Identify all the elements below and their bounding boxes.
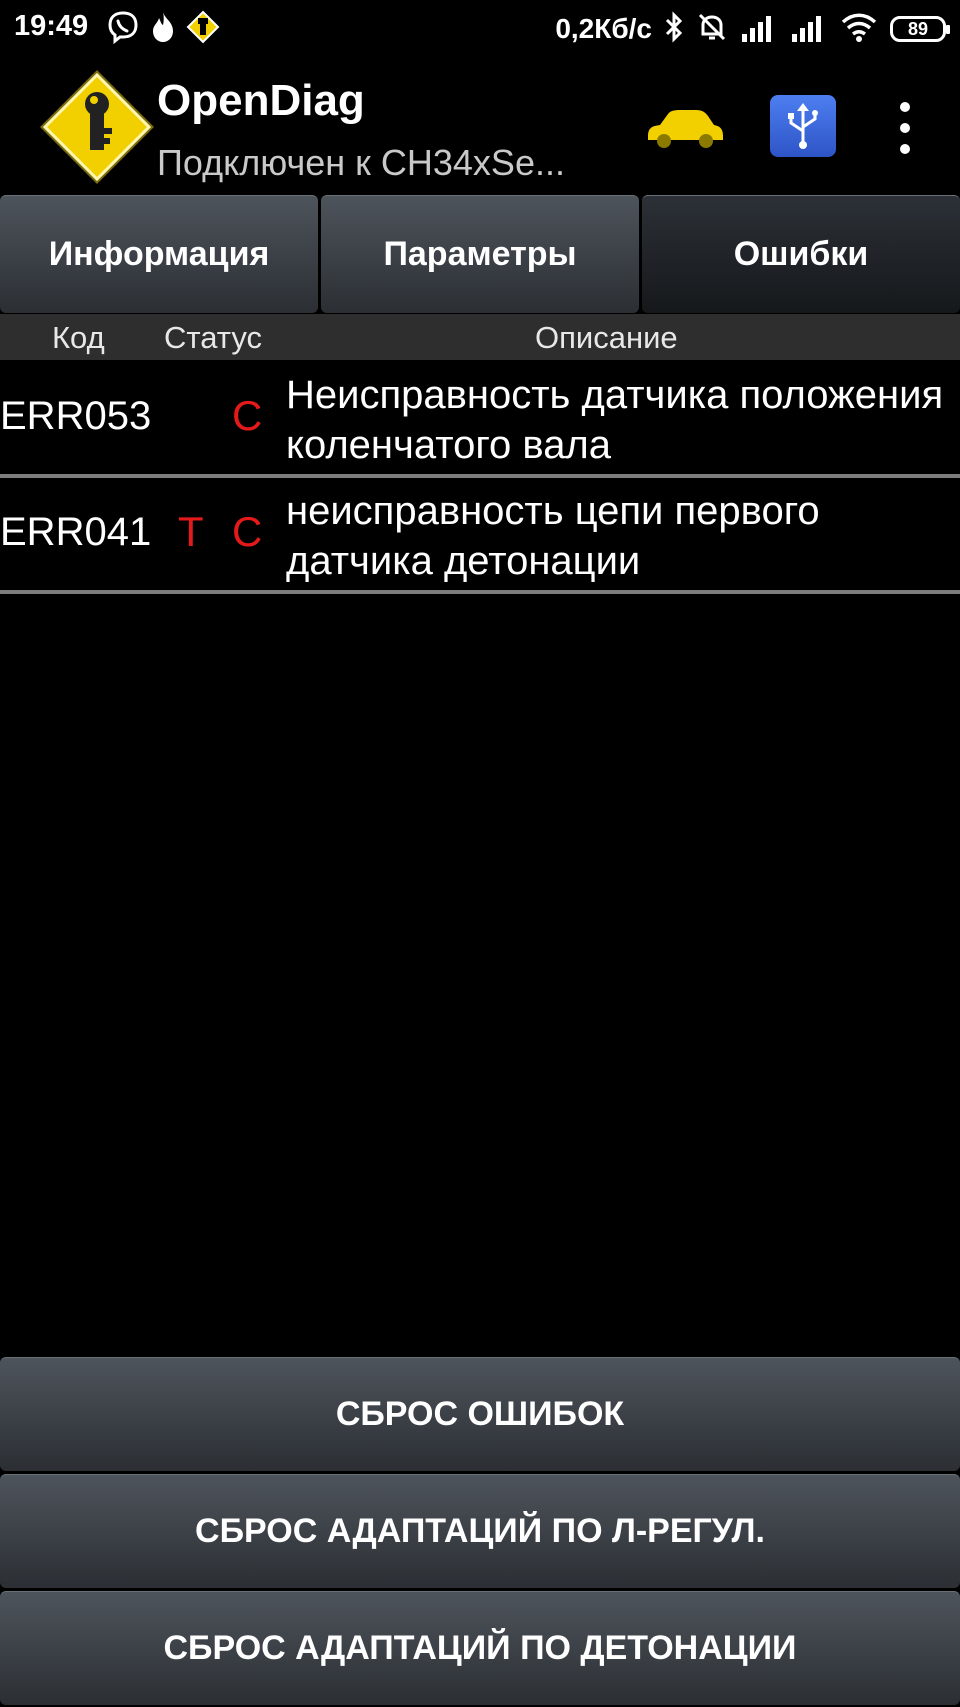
error-status-c: С: [232, 392, 263, 439]
fire-icon: [150, 10, 176, 49]
reset-knock-adaptation-button[interactable]: СБРОС АДАПТАЦИЙ ПО ДЕТОНАЦИИ: [0, 1591, 960, 1705]
error-description: неисправность цепи первого датчика детон…: [286, 489, 820, 583]
usb-icon[interactable]: [770, 95, 836, 157]
status-bar: 19:49 0,2Кб/с 89: [0, 0, 960, 58]
reset-lambda-adaptation-button[interactable]: СБРОС АДАПТАЦИЙ ПО Л-РЕГУЛ.: [0, 1474, 960, 1588]
column-header-description: Описание: [535, 320, 678, 355]
status-right-icons: 0,2Кб/с 89: [555, 10, 950, 48]
overflow-menu-icon[interactable]: [888, 102, 922, 154]
battery-level: 89: [907, 18, 929, 39]
errors-table-header: Код Статус Описание: [0, 314, 960, 360]
car-icon[interactable]: [644, 106, 726, 150]
tab-bar: Информация Параметры Ошибки: [0, 195, 960, 313]
connection-status: Подключен к CH34xSe...: [157, 142, 565, 183]
column-header-status: Статус: [164, 320, 262, 355]
status-time: 19:49: [14, 10, 89, 42]
alarm-off-icon: [696, 11, 728, 48]
error-status-c: С: [232, 508, 263, 555]
error-status-t: Т: [178, 508, 204, 555]
tab-information[interactable]: Информация: [0, 195, 318, 313]
table-row[interactable]: ERR041 Т С неисправность цепи первого да…: [0, 478, 960, 594]
network-speed: 0,2Кб/с: [555, 13, 652, 44]
status-left-icons: [106, 10, 220, 48]
wifi-icon: [840, 12, 878, 47]
tab-errors[interactable]: Ошибки: [642, 195, 960, 313]
app-title: OpenDiag: [157, 76, 365, 125]
signal-icon: [790, 12, 828, 47]
app-bar: OpenDiag Подключен к CH34xSe...: [0, 58, 960, 194]
app-logo-icon: [36, 66, 158, 188]
error-code: ERR041: [0, 510, 152, 554]
viber-icon: [106, 10, 140, 49]
column-header-code: Код: [52, 320, 105, 355]
signal-icon: [740, 12, 778, 47]
bluetooth-icon: [664, 10, 684, 48]
error-code: ERR053: [0, 394, 152, 438]
table-row[interactable]: ERR053 С Неисправность датчика положения…: [0, 362, 960, 478]
battery-icon: 89: [890, 16, 950, 42]
tab-parameters[interactable]: Параметры: [321, 195, 639, 313]
opendiag-notification-icon: [186, 10, 220, 49]
reset-errors-button[interactable]: СБРОС ОШИБОК: [0, 1357, 960, 1471]
error-description: Неисправность датчика положения коленчат…: [286, 373, 944, 467]
